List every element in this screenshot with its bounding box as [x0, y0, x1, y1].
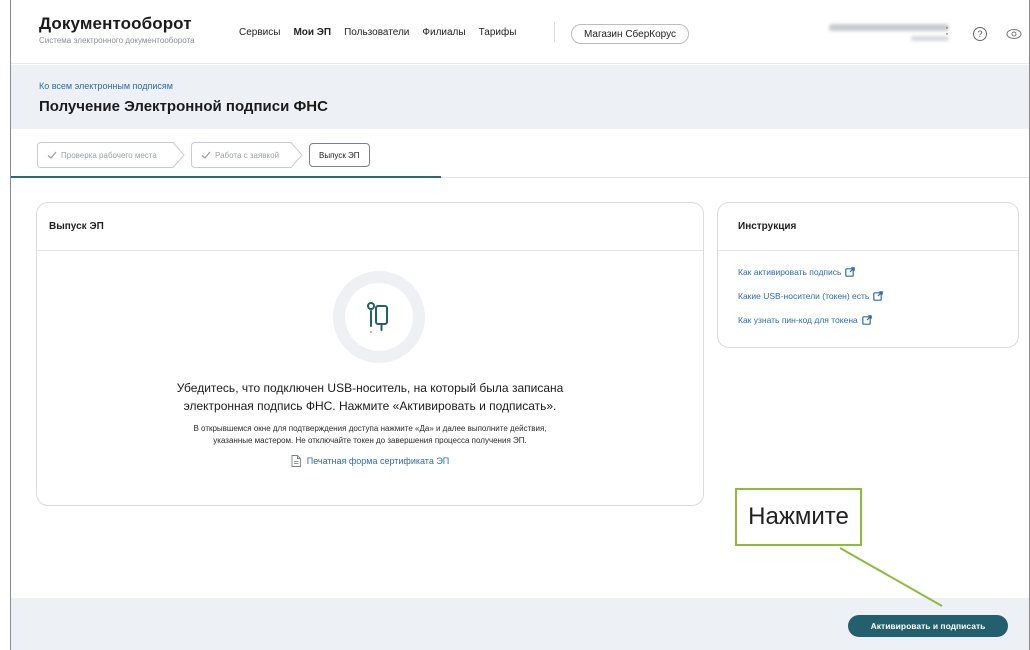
main-instruction-text: Убедитесь, что подключен USB-носитель, н…	[37, 379, 703, 415]
certificate-link-label[interactable]: Печатная форма сертификата ЭП	[307, 456, 450, 466]
step-label: Проверка рабочего места	[61, 150, 157, 160]
nav-item-branches[interactable]: Филиалы	[422, 27, 465, 38]
main-nav: Сервисы Мои ЭП Пользователи Филиалы Тари…	[239, 27, 516, 38]
user-account-blurred[interactable]	[819, 22, 949, 44]
stepper-divider	[441, 177, 1029, 178]
instruction-link-activate[interactable]: Как активировать подпись	[738, 267, 883, 277]
more-menu-icon[interactable]: · ·	[945, 21, 949, 39]
annotation-callout: Нажмите	[735, 488, 862, 546]
brand-subtitle: Система электронного документооборота	[39, 36, 195, 45]
sub-message-line: В открывшемся окне для подтверждения дос…	[193, 424, 547, 433]
usb-token-icon	[367, 302, 388, 333]
sub-message-line: указанные мастером. Не отключайте токен …	[213, 436, 527, 445]
nav-item-services[interactable]: Сервисы	[239, 27, 280, 38]
certificate-print-link[interactable]: Печатная форма сертификата ЭП	[37, 455, 703, 467]
usb-illustration	[333, 271, 425, 363]
card-title: Выпуск ЭП	[37, 203, 703, 251]
instruction-link-pin-code[interactable]: Как узнать пин-код для токена	[738, 315, 883, 325]
annotation-arrow	[839, 547, 943, 607]
activate-and-sign-button[interactable]: Активировать и подписать	[848, 615, 1008, 637]
message-line: электронная подпись ФНС. Нажмите «Активи…	[183, 399, 557, 413]
instructions-links: Как активировать подпись Какие USB-носит…	[738, 267, 884, 325]
page-header-band: Ко всем электронным подписям Получение Э…	[11, 65, 1029, 129]
top-header: Документооборот Система электронного док…	[11, 0, 1029, 64]
instruction-link-label[interactable]: Какие USB-носители (токен) есть	[738, 291, 869, 301]
step-workplace-check[interactable]: Проверка рабочего места	[37, 142, 185, 168]
message-line: Убедитесь, что подключен USB-носитель, н…	[176, 381, 564, 395]
nav-item-tariffs[interactable]: Тарифы	[479, 27, 517, 38]
issue-signature-card: Выпуск ЭП Убедитесь, что подключен USB-н…	[36, 202, 704, 506]
check-icon	[47, 151, 57, 159]
document-icon	[291, 455, 301, 467]
stepper-progress-bar	[11, 176, 441, 178]
brand-logo[interactable]: Документооборот Система электронного док…	[39, 14, 195, 45]
instruction-link-label[interactable]: Как узнать пин-код для токена	[738, 315, 858, 325]
step-label: Выпуск ЭП	[319, 150, 360, 160]
external-link-icon	[873, 291, 884, 301]
instruction-link-usb-tokens[interactable]: Какие USB-носители (токен) есть	[738, 291, 884, 301]
instruction-link-label[interactable]: Как активировать подпись	[738, 267, 841, 277]
external-link-icon	[861, 315, 872, 325]
instructions-title: Инструкция	[718, 203, 1018, 251]
external-link-icon	[845, 267, 856, 277]
eye-icon[interactable]	[1006, 28, 1022, 40]
step-label: Работа с заявкой	[215, 150, 280, 160]
step-application[interactable]: Работа с заявкой	[191, 142, 303, 168]
brand-title: Документооборот	[39, 14, 192, 33]
shop-button[interactable]: Магазин СберКорус	[571, 24, 689, 44]
secondary-instruction-text: В открывшемся окне для подтверждения дос…	[37, 423, 703, 447]
help-icon[interactable]: ?	[973, 27, 987, 41]
instructions-card: Инструкция Как активировать подпись Каки…	[717, 202, 1019, 348]
nav-divider	[554, 22, 555, 42]
step-issue-signature[interactable]: Выпуск ЭП	[309, 143, 370, 167]
wizard-stepper: Проверка рабочего места Работа с заявкой…	[37, 142, 376, 168]
nav-item-users[interactable]: Пользователи	[344, 27, 409, 38]
back-to-signatures-link[interactable]: Ко всем электронным подписям	[39, 81, 173, 91]
nav-item-my-signatures[interactable]: Мои ЭП	[293, 27, 331, 38]
check-icon	[201, 151, 211, 159]
page-title: Получение Электронной подписи ФНС	[39, 98, 328, 115]
